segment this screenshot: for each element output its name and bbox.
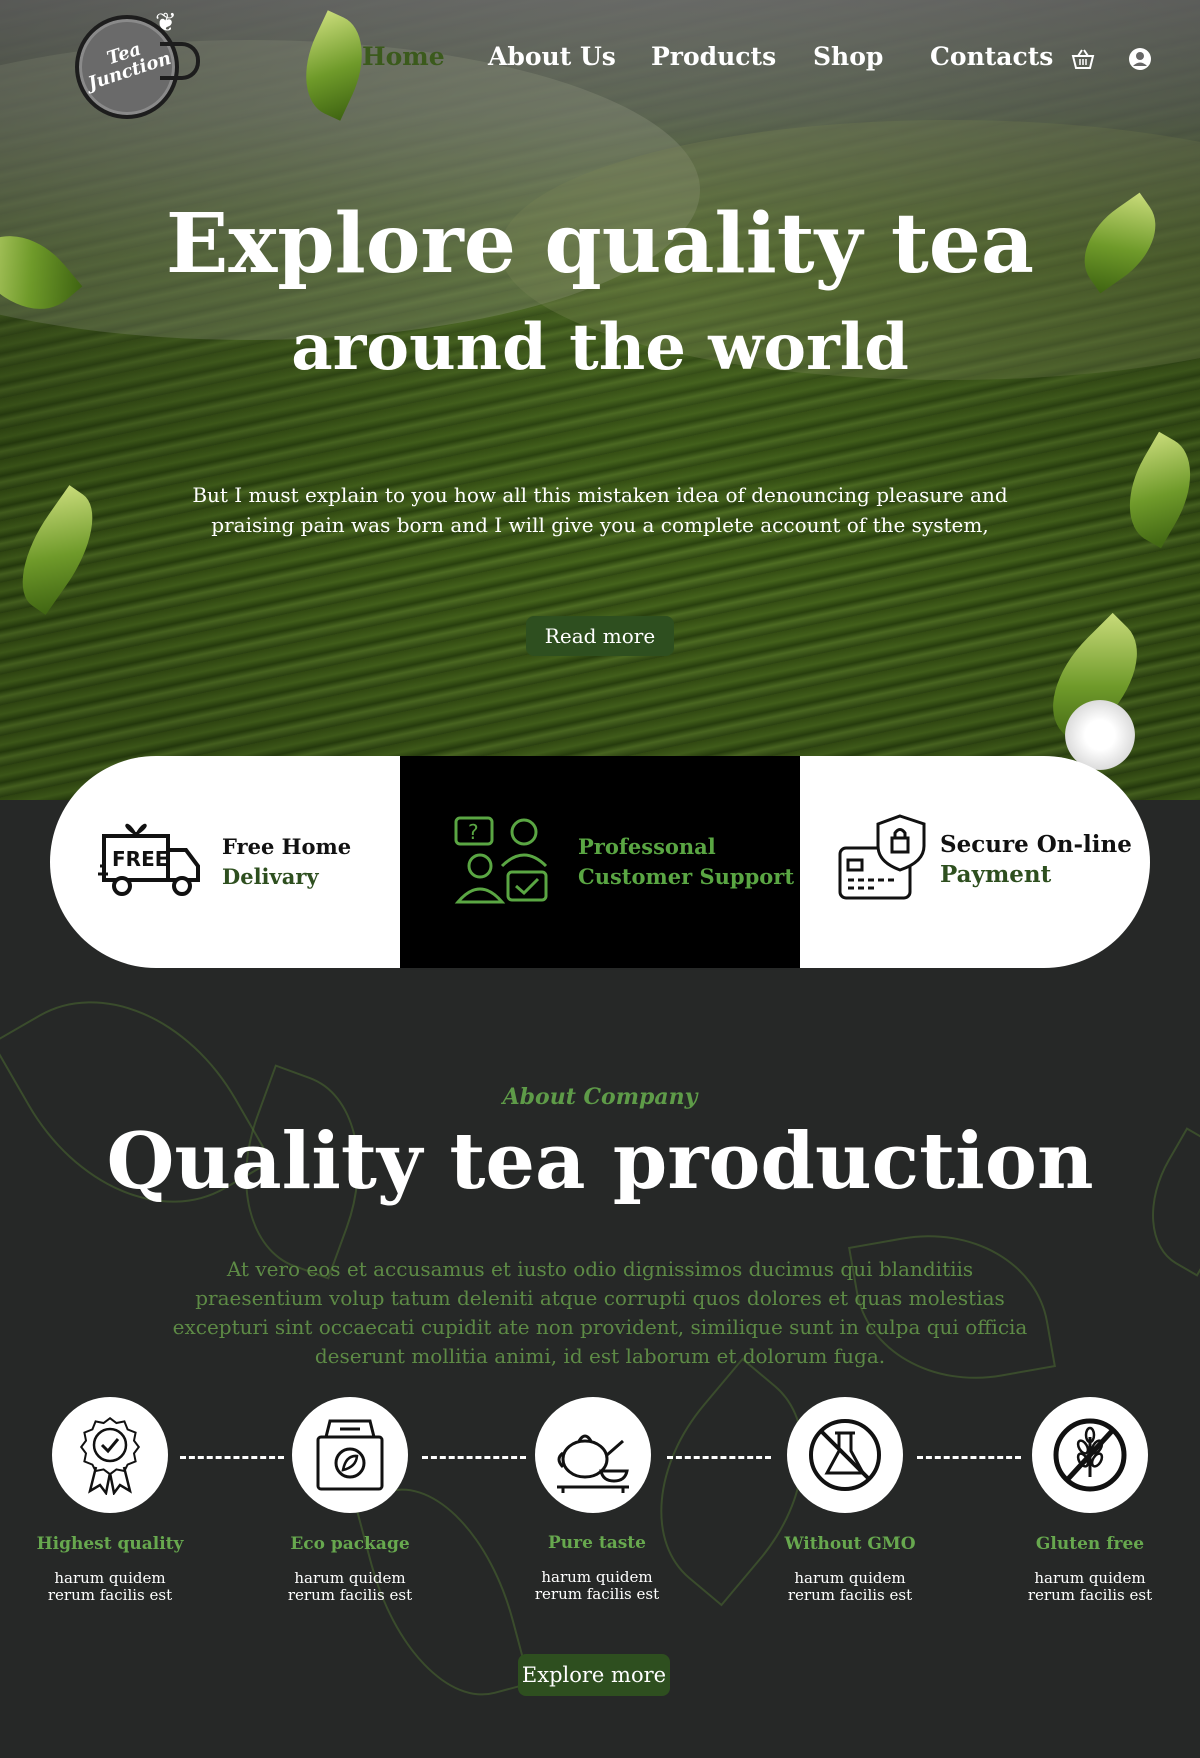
hero-subtitle: around the world — [291, 310, 909, 385]
feature-free-delivery: FREE Free Home Delivary — [50, 756, 400, 968]
step-title: Eco package — [290, 1534, 410, 1554]
step-desc-line2: rerum facilis est — [787, 1586, 913, 1604]
secure-payment-icon — [838, 814, 926, 900]
feature-line1: Professonal — [578, 834, 716, 859]
user-icon[interactable] — [1127, 46, 1153, 72]
feature-line2: Payment — [940, 861, 1052, 888]
hero-section: Explore quality tea around the world But… — [0, 0, 1200, 800]
step-desc-line1: harum quidem — [794, 1569, 906, 1587]
sprout-icon: ❦ — [155, 8, 177, 38]
step-title: Pure taste — [548, 1533, 646, 1553]
step-title: Highest quality — [36, 1534, 184, 1554]
features-bar: FREE Free Home Delivary ? Professonal Cu… — [50, 756, 1150, 968]
step-desc-line2: rerum facilis est — [47, 1586, 173, 1604]
logo-cup-handle — [160, 42, 200, 80]
feature-line1: Secure On-line — [940, 831, 1132, 858]
nav-home[interactable]: Home — [362, 42, 445, 71]
step-connector — [422, 1456, 526, 1459]
tea-leaf-decoration — [0, 485, 115, 615]
free-badge-text: FREE — [112, 847, 168, 871]
about-title: Quality tea production — [106, 1116, 1094, 1207]
feature-line2: Delivary — [222, 864, 319, 889]
nav-about-us[interactable]: About Us — [488, 42, 616, 71]
step-desc-line1: harum quidem — [294, 1569, 406, 1587]
teapot-icon — [557, 1434, 629, 1493]
basket-icon[interactable] — [1070, 46, 1096, 72]
feature-secure-payment: Secure On-line Payment — [800, 756, 1150, 968]
free-delivery-truck-icon: FREE — [98, 823, 200, 896]
quality-badge-icon — [79, 1416, 141, 1495]
step-connector — [180, 1456, 284, 1459]
step-connector — [917, 1456, 1021, 1459]
tea-leaf-decoration — [1109, 431, 1200, 549]
nav-contacts[interactable]: Contacts — [930, 42, 1053, 71]
nav-shop[interactable]: Shop — [813, 42, 883, 71]
gluten-free-icon — [1053, 1418, 1127, 1492]
hero-description: But I must explain to you how all this m… — [192, 483, 1008, 537]
explore-more-button[interactable]: Explore more — [518, 1654, 670, 1696]
step-desc-line1: harum quidem — [1034, 1569, 1146, 1587]
step-title: Without GMO — [784, 1534, 916, 1554]
step-icon-circle — [52, 1397, 168, 1513]
feature-customer-support: ? Professonal Customer Support — [400, 756, 800, 968]
step-icon-circle — [292, 1397, 408, 1513]
step-desc-line2: rerum facilis est — [534, 1585, 660, 1603]
eco-package-icon — [316, 1419, 384, 1491]
read-more-button[interactable]: Read more — [526, 616, 674, 656]
feature-line1: Free Home — [222, 834, 352, 859]
step-connector — [667, 1456, 771, 1459]
step-title: Gluten free — [1035, 1534, 1145, 1554]
step-desc-line2: rerum facilis est — [287, 1586, 413, 1604]
svg-text:?: ? — [468, 820, 479, 844]
no-gmo-icon — [809, 1419, 881, 1491]
step-icon-circle — [787, 1397, 903, 1513]
step-icon-circle — [1032, 1397, 1148, 1513]
step-desc-line2: rerum facilis est — [1027, 1586, 1153, 1604]
about-subtitle: About Company — [502, 1084, 698, 1110]
step-desc-line1: harum quidem — [541, 1568, 653, 1586]
step-icon-circle — [535, 1397, 651, 1513]
nav-products[interactable]: Products — [651, 42, 776, 71]
about-description: At vero eos et accusamus et iusto odio d… — [172, 1257, 1028, 1368]
customer-support-icon: ? — [454, 816, 548, 904]
hero-title: Explore quality tea — [165, 196, 1035, 292]
step-desc-line1: harum quidem — [54, 1569, 166, 1587]
feature-line2: Customer Support — [578, 864, 795, 889]
